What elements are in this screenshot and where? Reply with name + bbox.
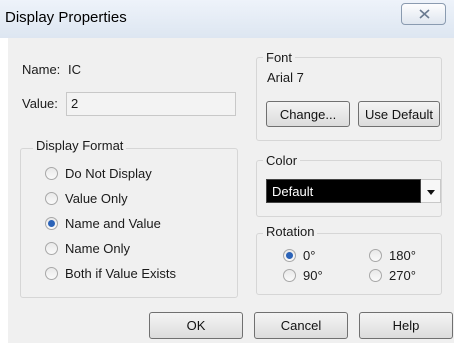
radio-button-selected [283,249,296,262]
name-value: IC [68,62,81,77]
value-field[interactable]: 2 [66,92,236,116]
radio-do-not-display[interactable]: Do Not Display [45,166,152,181]
radio-rotation-270[interactable]: 270° [369,268,416,283]
value-label: Value: [22,96,58,111]
change-font-button[interactable]: Change... [266,101,350,127]
color-select[interactable]: Default [266,179,421,203]
radio-button [369,269,382,282]
radio-both-if-value-exists[interactable]: Both if Value Exists [45,266,176,281]
radio-name-and-value[interactable]: Name and Value [45,216,161,231]
radio-button-selected [45,217,58,230]
use-default-font-button[interactable]: Use Default [358,101,440,127]
radio-rotation-0[interactable]: 0° [283,248,315,263]
radio-value-only[interactable]: Value Only [45,191,128,206]
close-button[interactable] [401,3,446,25]
color-dropdown-button[interactable] [421,179,441,203]
radio-button [283,269,296,282]
radio-button [45,267,58,280]
radio-button [369,249,382,262]
font-current: Arial 7 [267,70,304,85]
radio-button [45,242,58,255]
rotation-title: Rotation [263,224,318,239]
radio-name-only[interactable]: Name Only [45,241,130,256]
help-button[interactable]: Help [359,312,453,339]
radio-rotation-90[interactable]: 90° [283,268,323,283]
ok-button[interactable]: OK [149,312,243,339]
name-label: Name: [22,62,61,77]
close-icon [419,9,430,19]
font-title: Font [263,50,296,65]
color-title: Color [263,153,301,168]
rotation-group [256,233,442,295]
radio-rotation-180[interactable]: 180° [369,248,416,263]
radio-button [45,192,58,205]
chevron-down-icon [427,190,435,195]
window-title: Display Properties [5,9,127,26]
display-format-title: Display Format [33,138,127,153]
title-bar: Display Properties [0,0,454,38]
cancel-button[interactable]: Cancel [254,312,348,339]
radio-button [45,167,58,180]
